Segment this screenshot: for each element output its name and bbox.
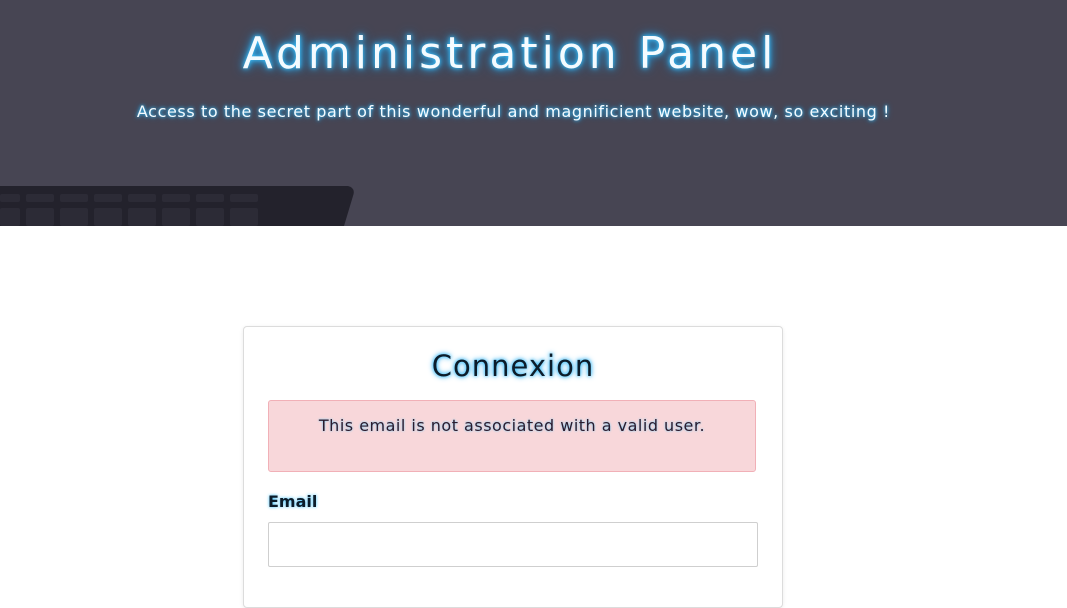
login-title: Connexion: [431, 349, 595, 383]
page-title: Administration Panel: [242, 28, 778, 79]
email-label: Email: [268, 492, 318, 511]
error-alert: This email is not associated with a vali…: [268, 400, 756, 472]
email-field[interactable]: [268, 522, 758, 567]
page-subtitle: Access to the secret part of this wonder…: [136, 102, 891, 121]
hero-banner: Administration Panel Access to the secre…: [0, 0, 1067, 226]
login-card: Connexion This email is not associated w…: [243, 326, 783, 608]
